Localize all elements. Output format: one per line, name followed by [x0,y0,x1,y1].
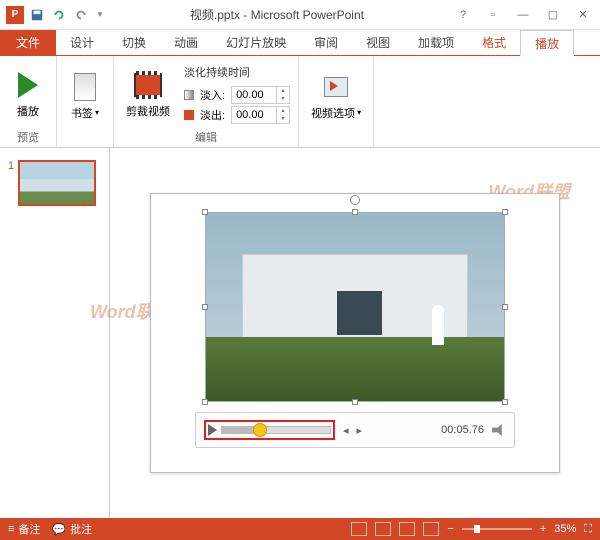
app-icon: P [6,6,24,24]
zoom-in-button[interactable]: + [540,523,546,535]
close-button[interactable]: ✕ [570,5,596,25]
maximize-button[interactable]: ▢ [540,5,566,25]
video-time: 00:05.76 [441,424,484,436]
resize-handle[interactable] [502,209,508,215]
tab-transitions[interactable]: 切换 [108,30,160,55]
save-icon[interactable] [30,8,44,22]
qat-more-icon[interactable]: ▼ [96,10,104,19]
fadeout-spinner[interactable]: ▴▾ [231,106,290,124]
tab-review[interactable]: 审阅 [300,30,352,55]
tab-design[interactable]: 设计 [56,30,108,55]
slideshow-view-button[interactable] [423,522,439,536]
resize-handle[interactable] [202,304,208,310]
minimize-button[interactable]: — [510,5,536,25]
video-playhead[interactable] [253,423,267,437]
step-forward-button[interactable]: ▸ [357,424,363,437]
resize-handle[interactable] [502,399,508,405]
zoom-slider[interactable] [462,528,532,530]
tab-file[interactable]: 文件 [0,30,56,55]
play-preview-button[interactable]: 播放 [8,67,48,121]
fadein-down[interactable]: ▾ [277,95,289,103]
fadein-icon [184,90,194,100]
bookmark-icon [69,71,101,103]
undo-icon[interactable] [52,8,66,22]
fadein-up[interactable]: ▴ [277,87,289,95]
film-icon [132,69,164,101]
tab-animations[interactable]: 动画 [160,30,212,55]
reading-view-button[interactable] [399,522,415,536]
volume-icon[interactable] [492,424,506,436]
fadein-input[interactable] [232,88,276,102]
zoom-out-button[interactable]: − [447,523,453,535]
resize-handle[interactable] [352,209,358,215]
resize-handle[interactable] [502,304,508,310]
fadeout-input[interactable] [232,108,276,122]
tab-addins[interactable]: 加载项 [404,30,468,55]
redo-icon[interactable] [74,8,88,22]
slide-canvas: Word联盟 Word联盟 [110,148,600,518]
notes-button[interactable]: ≡备注 [8,521,40,537]
slide[interactable]: ◂ ▸ 00:05.76 [150,193,560,473]
tab-playback[interactable]: 播放 [520,30,574,56]
video-controls: ◂ ▸ 00:05.76 [195,412,515,448]
comments-button[interactable]: 💬批注 [52,521,92,537]
video-seek-track[interactable] [221,426,331,434]
highlighted-region [204,420,335,440]
thumb-number: 1 [8,160,14,206]
fadein-spinner[interactable]: ▴▾ [231,86,290,104]
ribbon-display-button[interactable]: ▫ [480,5,506,25]
slide-thumbnail-panel: 1 [0,148,110,518]
tab-view[interactable]: 视图 [352,30,404,55]
fade-duration-label: 淡化持续时间 [184,64,290,80]
group-edit-label: 编辑 [122,127,290,145]
fadein-label: 淡入: [200,87,225,103]
rotate-handle[interactable] [350,195,360,205]
fit-window-button[interactable]: ⛶ [584,523,592,536]
resize-handle[interactable] [352,399,358,405]
resize-handle[interactable] [202,399,208,405]
video-play-button[interactable] [208,424,217,436]
resize-handle[interactable] [202,209,208,215]
fadeout-label: 淡出: [200,107,225,123]
zoom-thumb[interactable] [474,525,480,533]
fadeout-icon [184,110,194,120]
sorter-view-button[interactable] [375,522,391,536]
tab-slideshow[interactable]: 幻灯片放映 [212,30,300,55]
zoom-level[interactable]: 35% [554,523,576,535]
step-back-button[interactable]: ◂ [343,424,349,437]
bookmark-button[interactable]: 书签▾ [65,69,105,123]
tab-format[interactable]: 格式 [468,30,520,55]
help-button[interactable]: ? [450,5,476,25]
group-preview-label: 预览 [8,127,48,145]
slide-thumbnail-1[interactable] [18,160,96,206]
window-title: 视频.pptx - Microsoft PowerPoint [104,6,450,23]
video-object[interactable] [205,212,505,402]
play-icon [12,69,44,101]
video-options-button[interactable]: 视频选项▾ [307,69,365,123]
normal-view-button[interactable] [351,522,367,536]
fadeout-up[interactable]: ▴ [277,107,289,115]
fadeout-down[interactable]: ▾ [277,115,289,123]
trim-video-button[interactable]: 剪裁视频 [122,67,174,121]
video-options-icon [320,71,352,103]
